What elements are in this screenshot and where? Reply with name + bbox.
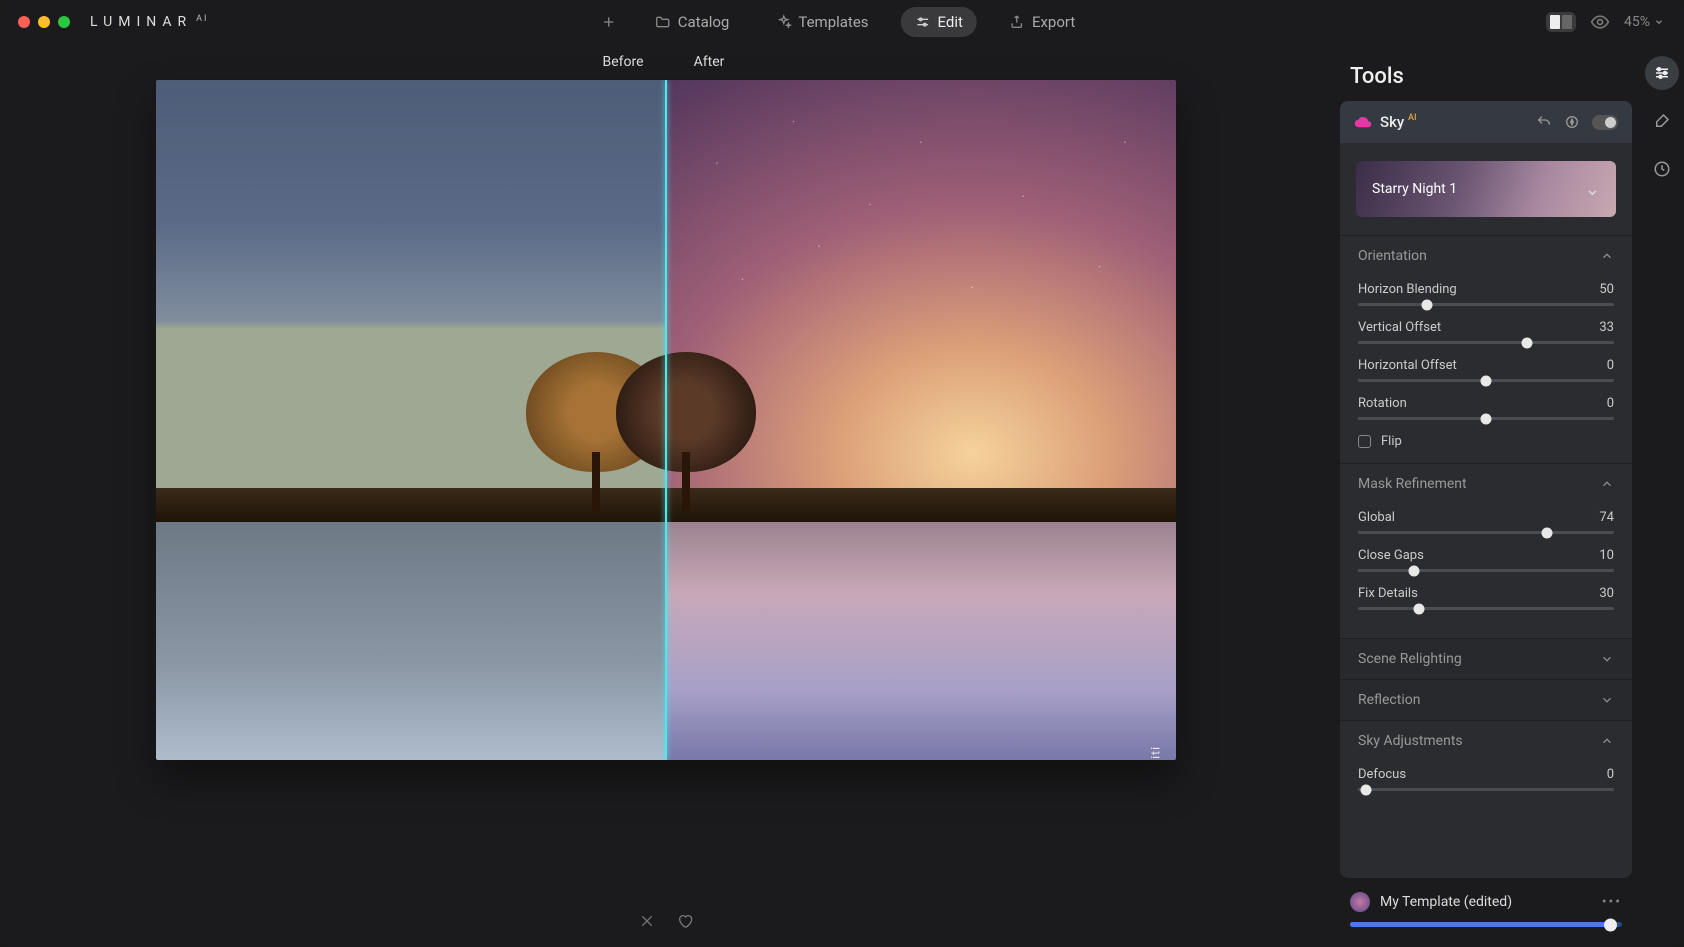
zoom-value: 45% [1624, 14, 1650, 30]
undo-tool-button[interactable] [1536, 114, 1552, 130]
favorite-button[interactable] [677, 913, 693, 929]
global-mask-slider[interactable]: Global74 [1358, 510, 1614, 534]
before-label: Before [583, 54, 663, 70]
vertical-offset-slider[interactable]: Vertical Offset33 [1358, 320, 1614, 344]
window-controls [18, 16, 70, 28]
tool-enable-toggle[interactable] [1592, 115, 1618, 130]
orientation-section-header[interactable]: Orientation [1340, 236, 1632, 276]
chevron-up-icon [1600, 734, 1614, 748]
flip-checkbox[interactable] [1358, 435, 1371, 448]
tools-panel-title: Tools [1332, 56, 1640, 101]
mask-refinement-section-header[interactable]: Mask Refinement [1340, 464, 1632, 504]
chevron-down-icon [1600, 652, 1614, 666]
template-amount-slider[interactable] [1350, 922, 1622, 927]
tool-strip [1640, 44, 1684, 947]
main-nav: Catalog Templates Edit Export [595, 7, 1090, 37]
reflection-section-header[interactable]: Reflection [1340, 680, 1632, 720]
template-name: My Template (edited) [1380, 894, 1512, 910]
zoom-select[interactable]: 45% [1624, 14, 1664, 30]
compare-divider-handle[interactable] [665, 80, 667, 760]
template-thumbnail [1350, 892, 1370, 912]
nav-edit-label: Edit [938, 13, 963, 31]
sky-adjustments-section-header[interactable]: Sky Adjustments [1340, 721, 1632, 761]
image-compare-viewport[interactable]: © Besmirhamiti [156, 80, 1176, 760]
before-image [156, 80, 666, 760]
title-bar: LUMINARAI Catalog Templates Edit Export [0, 0, 1684, 44]
app-brand: LUMINARAI [90, 14, 208, 30]
compare-view-toggle[interactable] [1546, 12, 1576, 32]
chevron-down-icon: ⌄ [1585, 179, 1600, 200]
close-gaps-slider[interactable]: Close Gaps10 [1358, 548, 1614, 572]
cloud-icon [1354, 113, 1372, 131]
nav-export-label: Export [1032, 13, 1075, 31]
after-label: After [669, 54, 749, 70]
chevron-down-icon [1654, 17, 1664, 27]
nav-catalog-label: Catalog [678, 13, 730, 31]
nav-templates-label: Templates [798, 13, 868, 31]
brush-tab[interactable] [1645, 104, 1679, 138]
horizon-blending-slider[interactable]: Horizon Blending50 [1358, 282, 1614, 306]
reject-button[interactable] [639, 913, 655, 929]
chevron-down-icon [1600, 693, 1614, 707]
minimize-window-button[interactable] [38, 16, 50, 28]
image-credit: © Besmirhamiti [1148, 746, 1162, 760]
template-more-button[interactable]: ••• [1602, 894, 1622, 910]
adjustments-tab[interactable] [1645, 56, 1679, 90]
scene-relighting-section-header[interactable]: Scene Relighting [1340, 639, 1632, 679]
export-icon [1009, 14, 1025, 30]
history-tab[interactable] [1645, 152, 1679, 186]
after-image [666, 80, 1176, 760]
maximize-window-button[interactable] [58, 16, 70, 28]
sky-tool-title: Sky AI [1380, 113, 1417, 131]
nav-catalog[interactable]: Catalog [641, 7, 744, 37]
canvas-area: Before After © Besm [0, 44, 1332, 947]
flip-label: Flip [1381, 434, 1402, 449]
defocus-slider[interactable]: Defocus0 [1358, 767, 1614, 791]
sky-tool-header[interactable]: Sky AI [1340, 101, 1632, 143]
template-bar: My Template (edited) ••• [1332, 878, 1640, 947]
nav-export[interactable]: Export [995, 7, 1089, 37]
add-button[interactable] [595, 14, 623, 30]
folder-icon [655, 14, 671, 30]
sparkle-icon [775, 14, 791, 30]
rotation-slider[interactable]: Rotation0 [1358, 396, 1614, 420]
nav-edit[interactable]: Edit [901, 7, 977, 37]
tools-panel: Tools Sky AI Starry Night 1 [1332, 44, 1640, 947]
sky-preset-label: Starry Night 1 [1372, 181, 1457, 197]
mask-button[interactable] [1564, 114, 1580, 130]
sky-preset-selector[interactable]: Starry Night 1 ⌄ [1356, 161, 1616, 217]
nav-templates[interactable]: Templates [761, 7, 882, 37]
sliders-icon [915, 14, 931, 30]
chevron-up-icon [1600, 249, 1614, 263]
preview-original-button[interactable] [1590, 12, 1610, 32]
horizontal-offset-slider[interactable]: Horizontal Offset0 [1358, 358, 1614, 382]
chevron-up-icon [1600, 477, 1614, 491]
fix-details-slider[interactable]: Fix Details30 [1358, 586, 1614, 610]
close-window-button[interactable] [18, 16, 30, 28]
